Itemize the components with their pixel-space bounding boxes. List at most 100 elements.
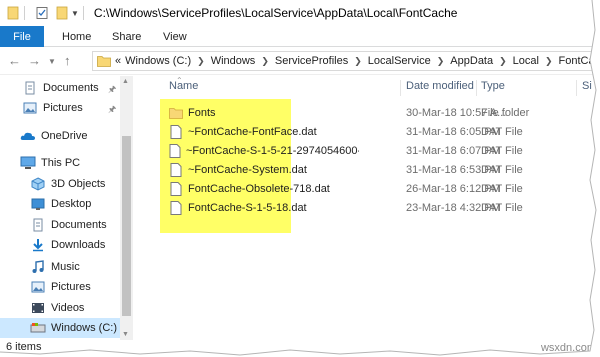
column-header-size[interactable]: Si xyxy=(582,80,592,92)
pin-icon[interactable]: 🖈 xyxy=(108,102,116,118)
address-bar[interactable]: « Windows (C:) ❯ Windows ❯ ServiceProfil… xyxy=(92,51,600,71)
up-arrow-icon[interactable]: ↑ xyxy=(64,53,71,68)
nav-item-label: Videos xyxy=(51,302,85,314)
chevron-right-icon[interactable]: ❯ xyxy=(499,56,507,67)
customize-toolbar-dropdown[interactable]: ▼ xyxy=(71,9,79,18)
tab-share[interactable]: Share xyxy=(112,26,141,47)
nav-item-pictures[interactable]: Pictures xyxy=(30,277,91,297)
title-separator xyxy=(82,6,84,20)
scrollbar-thumb[interactable] xyxy=(122,136,131,316)
status-bar: 6 items wsxdn.com xyxy=(0,340,600,357)
column-header-name[interactable]: Name xyxy=(169,80,198,92)
onedrive-icon xyxy=(20,128,36,144)
column-divider[interactable] xyxy=(476,80,477,96)
file-name: ~FontCache-System.dat xyxy=(188,164,307,176)
breadcrumb-windows[interactable]: Windows xyxy=(211,55,256,67)
watermark: wsxdn.com xyxy=(540,342,596,354)
videos-icon xyxy=(30,300,46,316)
nav-item-onedrive[interactable]: OneDrive xyxy=(20,126,87,146)
column-header-date-modified[interactable]: Date modified xyxy=(406,80,474,92)
chevron-right-icon[interactable]: ❯ xyxy=(261,56,269,67)
back-arrow-icon[interactable]: ← xyxy=(8,53,21,68)
table-row[interactable]: FontCache-S-1-5-18.dat 23-Mar-18 4:32 PM… xyxy=(136,199,600,218)
file-name-cell: Fonts xyxy=(169,106,359,120)
title-separator xyxy=(24,6,25,20)
title-bar: ▼ C:\Windows\ServiceProfiles\LocalServic… xyxy=(0,0,600,26)
file-name-cell: FontCache-S-1-5-18.dat xyxy=(169,201,359,215)
nav-item-music[interactable]: Music xyxy=(30,257,80,277)
nav-item-label: Pictures xyxy=(51,281,91,293)
desktop-icon xyxy=(30,196,46,212)
tab-home[interactable]: Home xyxy=(62,26,91,47)
nav-item-label: Documents xyxy=(51,219,107,231)
nav-item-documents[interactable]: Documents xyxy=(30,215,107,235)
file-list: ⌃ Name Date modified Type Si Fonts 30-Ma… xyxy=(136,76,600,340)
column-header-type[interactable]: Type xyxy=(481,80,505,92)
tab-file[interactable]: File xyxy=(0,26,44,47)
pictures-icon xyxy=(22,100,38,116)
nav-item-3d-objects[interactable]: 3D Objects xyxy=(30,174,105,194)
computer-icon xyxy=(20,155,36,171)
nav-item-pictures-quick[interactable]: Pictures xyxy=(22,98,83,118)
breadcrumb-windows-c[interactable]: Windows (C:) xyxy=(125,55,191,67)
file-name: ~FontCache-FontFace.dat xyxy=(188,126,317,138)
new-folder-icon[interactable] xyxy=(55,5,69,21)
nav-item-videos[interactable]: Videos xyxy=(30,298,84,318)
file-type: DAT File xyxy=(481,202,523,214)
drive-icon xyxy=(30,320,46,336)
table-row[interactable]: ~FontCache-System.dat 31-Mar-18 6:53 PM … xyxy=(136,161,600,180)
nav-item-label: Music xyxy=(51,261,80,273)
file-type: DAT File xyxy=(481,145,523,157)
nav-item-documents-quick[interactable]: Documents xyxy=(22,78,99,98)
file-icon xyxy=(169,201,183,215)
recent-locations-chevron-icon[interactable]: ▼ xyxy=(48,57,56,66)
breadcrumb-localservice[interactable]: LocalService xyxy=(368,55,431,67)
3d-objects-icon xyxy=(30,176,46,192)
navigation-pane-scrollbar[interactable]: ▲ ▼ xyxy=(120,76,133,340)
tab-view[interactable]: View xyxy=(163,26,187,47)
file-icon xyxy=(169,182,183,196)
table-row[interactable]: ~FontCache-FontFace.dat 31-Mar-18 6:05 P… xyxy=(136,123,600,142)
breadcrumb-overflow[interactable]: « xyxy=(115,55,121,67)
scroll-up-icon[interactable]: ▲ xyxy=(122,78,129,85)
nav-item-this-pc[interactable]: This PC xyxy=(20,153,80,173)
pictures-icon xyxy=(30,279,46,295)
nav-item-label: Documents xyxy=(43,82,99,94)
forward-arrow-icon[interactable]: → xyxy=(28,53,41,68)
table-row[interactable]: FontCache-Obsolete-718.dat 26-Mar-18 6:1… xyxy=(136,180,600,199)
table-row[interactable]: Fonts 30-Mar-18 10:57 A... File folder xyxy=(136,104,600,123)
explorer-window: ▼ C:\Windows\ServiceProfiles\LocalServic… xyxy=(0,0,600,357)
breadcrumb-local[interactable]: Local xyxy=(513,55,539,67)
breadcrumb-fontcache[interactable]: FontCache xyxy=(559,55,600,67)
file-name: ~FontCache-S-1-5-21-2974054600-38... xyxy=(186,145,359,157)
nav-item-desktop[interactable]: Desktop xyxy=(30,194,91,214)
chevron-right-icon[interactable]: ❯ xyxy=(354,56,362,67)
properties-icon[interactable] xyxy=(35,5,49,21)
file-name-cell: ~FontCache-FontFace.dat xyxy=(169,125,359,139)
nav-item-label: 3D Objects xyxy=(51,178,106,190)
file-icon xyxy=(169,144,181,158)
column-divider[interactable] xyxy=(400,80,401,96)
pin-icon[interactable]: 🖈 xyxy=(108,82,116,98)
file-name-cell: ~FontCache-S-1-5-21-2974054600-38... xyxy=(169,144,359,158)
column-divider[interactable] xyxy=(576,80,577,96)
window-title: C:\Windows\ServiceProfiles\LocalService\… xyxy=(93,6,458,20)
nav-item-downloads[interactable]: Downloads xyxy=(30,235,105,255)
file-type: File folder xyxy=(481,107,530,119)
breadcrumb-serviceprofiles[interactable]: ServiceProfiles xyxy=(275,55,348,67)
chevron-right-icon[interactable]: ❯ xyxy=(437,56,445,67)
nav-item-label: Downloads xyxy=(51,239,106,251)
scroll-down-icon[interactable]: ▼ xyxy=(122,331,129,338)
nav-item-label: This PC xyxy=(41,157,81,169)
chevron-right-icon[interactable]: ❯ xyxy=(545,56,553,67)
documents-icon xyxy=(22,80,38,96)
navigation-pane: Documents 🖈 Pictures 🖈 OneDrive This PC … xyxy=(0,76,133,340)
breadcrumb-appdata[interactable]: AppData xyxy=(450,55,493,67)
file-icon xyxy=(169,163,183,177)
table-row[interactable]: ~FontCache-S-1-5-21-2974054600-38... 31-… xyxy=(136,142,600,161)
nav-item-windows-c[interactable]: Windows (C:) xyxy=(0,318,120,338)
file-type: DAT File xyxy=(481,126,523,138)
chevron-right-icon[interactable]: ❯ xyxy=(197,56,205,67)
documents-icon xyxy=(30,217,46,233)
item-count: 6 items xyxy=(6,341,42,353)
